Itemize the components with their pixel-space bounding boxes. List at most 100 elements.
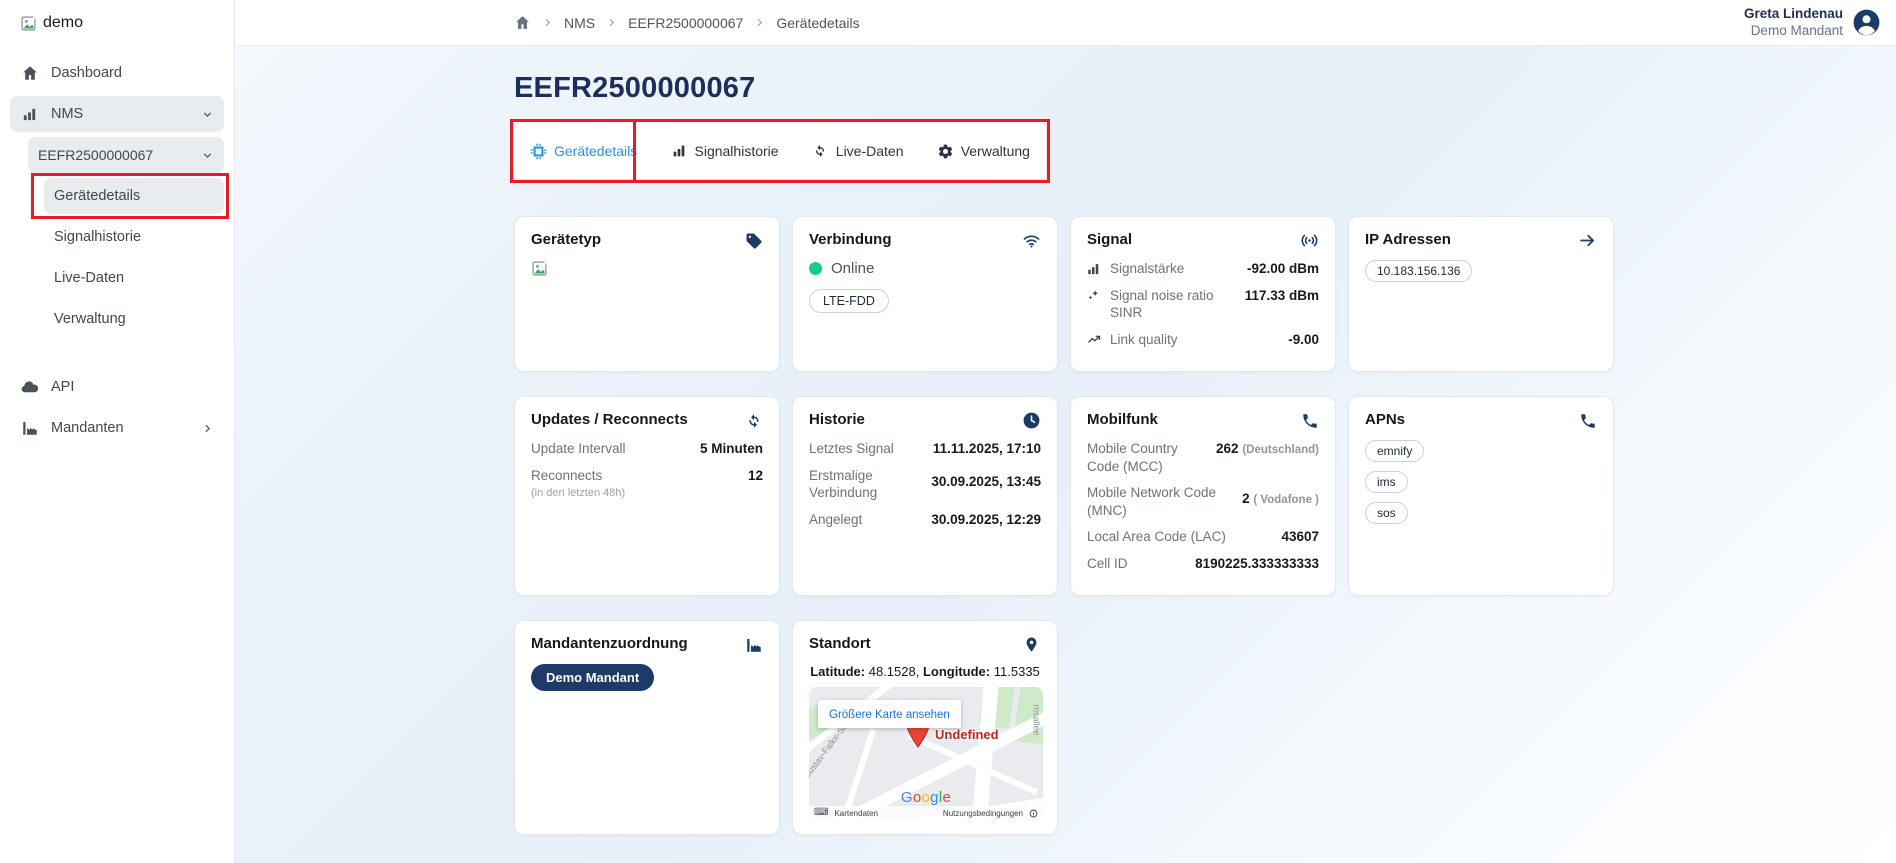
tab-geraetedetails[interactable]: Gerätedetails <box>518 143 649 160</box>
breadcrumb-item-current: Gerätedetails <box>776 15 859 31</box>
mobilfunk-row-label: Local Area Code (LAC) <box>1087 528 1226 546</box>
tab-label: Gerätedetails <box>554 143 637 159</box>
topbar: NMS EEFR2500000067 Gerätedetails Greta L… <box>235 0 1896 46</box>
latitude-value: 48.1528, <box>869 664 920 679</box>
map-attr-data[interactable]: Kartendaten <box>834 809 878 818</box>
sidebar-item-signalhistorie[interactable]: Signalhistorie <box>44 219 224 255</box>
sidebar-item-geraetedetails[interactable]: Gerätedetails <box>44 178 224 214</box>
update-row-sublabel: (in den letzten 48h) <box>531 486 625 500</box>
card-geraetetyp: Gerätetyp <box>514 216 780 372</box>
history-row-label: Erstmalige Verbindung <box>809 467 899 502</box>
sidebar-item-live-daten[interactable]: Live-Daten <box>44 260 224 296</box>
home-icon <box>20 64 39 83</box>
wifi-icon <box>1022 231 1041 250</box>
tab-live-daten[interactable]: Live-Daten <box>800 143 916 160</box>
broken-image-icon <box>20 15 37 32</box>
history-row-label: Letztes Signal <box>809 440 894 458</box>
sidebar-item-dashboard[interactable]: Dashboard <box>10 55 224 91</box>
chevron-right-icon <box>754 17 765 28</box>
google-logo[interactable]: Google <box>901 789 951 806</box>
cpu-icon <box>530 143 547 160</box>
map-street-label: msallee <box>1031 705 1041 736</box>
breadcrumb-item-device[interactable]: EEFR2500000067 <box>628 15 743 31</box>
connection-status: Online <box>831 260 874 277</box>
map-attr-terms[interactable]: Nutzungsbedingungen <box>943 809 1023 818</box>
sidebar-item-label: API <box>51 379 74 395</box>
card-signal: Signal Signalstärke -92.00 dBm Signal no… <box>1070 216 1336 372</box>
signal-row-value: -9.00 <box>1288 331 1319 349</box>
signal-row-label: Link quality <box>1110 331 1178 349</box>
update-row-label: Reconnects <box>531 468 602 483</box>
phone-icon <box>1578 411 1597 430</box>
sidebar-item-device[interactable]: EEFR2500000067 <box>28 137 224 173</box>
sparkles-icon <box>1087 288 1102 303</box>
sidebar-item-api[interactable]: API <box>10 369 224 405</box>
chevron-down-icon <box>201 149 214 162</box>
sidebar-item-label: Gerätedetails <box>54 188 140 204</box>
network-type-badge: LTE-FDD <box>809 289 889 313</box>
chevron-right-icon <box>606 17 617 28</box>
sidebar-item-label: Mandanten <box>51 420 124 436</box>
map-pin-icon <box>1022 635 1041 654</box>
apn-badge: ims <box>1365 471 1408 493</box>
card-title: Standort <box>809 635 871 652</box>
broken-image-icon <box>531 260 548 277</box>
sidebar-item-nms[interactable]: NMS <box>10 96 224 132</box>
update-row-value: 12 <box>748 467 763 485</box>
main-content: EEFR2500000067 Gerätedetails Signalhisto… <box>514 46 1634 835</box>
user-tenant: Demo Mandant <box>1744 23 1843 40</box>
bar-chart-icon <box>20 105 39 124</box>
status-dot-online <box>809 262 822 275</box>
sidebar-item-verwaltung[interactable]: Verwaltung <box>44 301 224 337</box>
sidebar-item-label: NMS <box>51 106 83 122</box>
tab-label: Signalhistorie <box>695 143 779 159</box>
info-icon[interactable] <box>1029 809 1038 818</box>
update-row-value: 5 Minuten <box>700 440 763 458</box>
card-apns: APNs emnify ims sos <box>1348 396 1614 596</box>
chevron-right-icon <box>542 17 553 28</box>
mobilfunk-row-suffix: ( Vodafone ) <box>1253 494 1319 506</box>
larger-map-link[interactable]: Größere Karte ansehen <box>829 709 950 721</box>
tab-label: Live-Daten <box>836 143 904 159</box>
mobilfunk-row-value: 262 <box>1216 441 1239 456</box>
card-title: APNs <box>1365 411 1405 428</box>
app-logo[interactable]: demo <box>0 0 234 50</box>
gear-icon <box>937 143 954 160</box>
arrow-right-icon <box>1578 231 1597 250</box>
keyboard-icon[interactable]: ⌨ <box>814 808 828 818</box>
card-mobilfunk: Mobilfunk Mobile Country Code (MCC) 262 … <box>1070 396 1336 596</box>
map-attribution: ⌨ Kartendaten Nutzungsbedingungen <box>809 806 1043 820</box>
sidebar-item-label: Dashboard <box>51 65 122 81</box>
card-title: Verbindung <box>809 231 892 248</box>
mobilfunk-row-value: 2 <box>1242 491 1250 506</box>
breadcrumb: NMS EEFR2500000067 Gerätedetails <box>514 14 860 31</box>
apn-badge: sos <box>1365 502 1408 524</box>
clock-icon <box>1022 411 1041 430</box>
breadcrumb-home-icon[interactable] <box>514 14 531 31</box>
breadcrumb-item-nms[interactable]: NMS <box>564 15 595 31</box>
sidebar-item-mandanten[interactable]: Mandanten <box>10 410 224 446</box>
coordinates-text: Latitude: 48.1528, Longitude: 11.5335 <box>809 664 1041 679</box>
card-title: Mobilfunk <box>1087 411 1158 428</box>
tab-bar: Gerätedetails Signalhistorie Live-Daten … <box>514 123 1046 179</box>
refresh-icon <box>744 411 763 430</box>
longitude-label: Longitude: <box>923 664 990 679</box>
card-updates-reconnects: Updates / Reconnects Update Intervall 5 … <box>514 396 780 596</box>
user-name: Greta Lindenau <box>1744 6 1843 23</box>
sidebar-item-label: Signalhistorie <box>54 229 141 245</box>
card-historie: Historie Letztes Signal 11.11.2025, 17:1… <box>792 396 1058 596</box>
embedded-map[interactable]: Gustav-Falke-Str. msallee Größere Karte … <box>809 687 1043 820</box>
sidebar-nav: Dashboard NMS EEFR2500000067 Gerätedetai… <box>0 55 234 446</box>
chevron-right-icon <box>201 422 214 435</box>
avatar-icon[interactable] <box>1851 7 1882 38</box>
history-row-label: Angelegt <box>809 511 862 529</box>
latitude-label: Latitude: <box>810 664 865 679</box>
cloud-icon <box>20 378 39 397</box>
user-menu[interactable]: Greta Lindenau Demo Mandant <box>1744 6 1882 40</box>
factory-icon <box>744 635 763 654</box>
signal-bars-icon <box>1087 261 1102 276</box>
tag-icon <box>744 231 763 250</box>
mobilfunk-row-label: Mobile Network Code (MNC) <box>1087 484 1227 519</box>
tab-verwaltung[interactable]: Verwaltung <box>925 143 1042 160</box>
tab-signalhistorie[interactable]: Signalhistorie <box>659 143 791 160</box>
